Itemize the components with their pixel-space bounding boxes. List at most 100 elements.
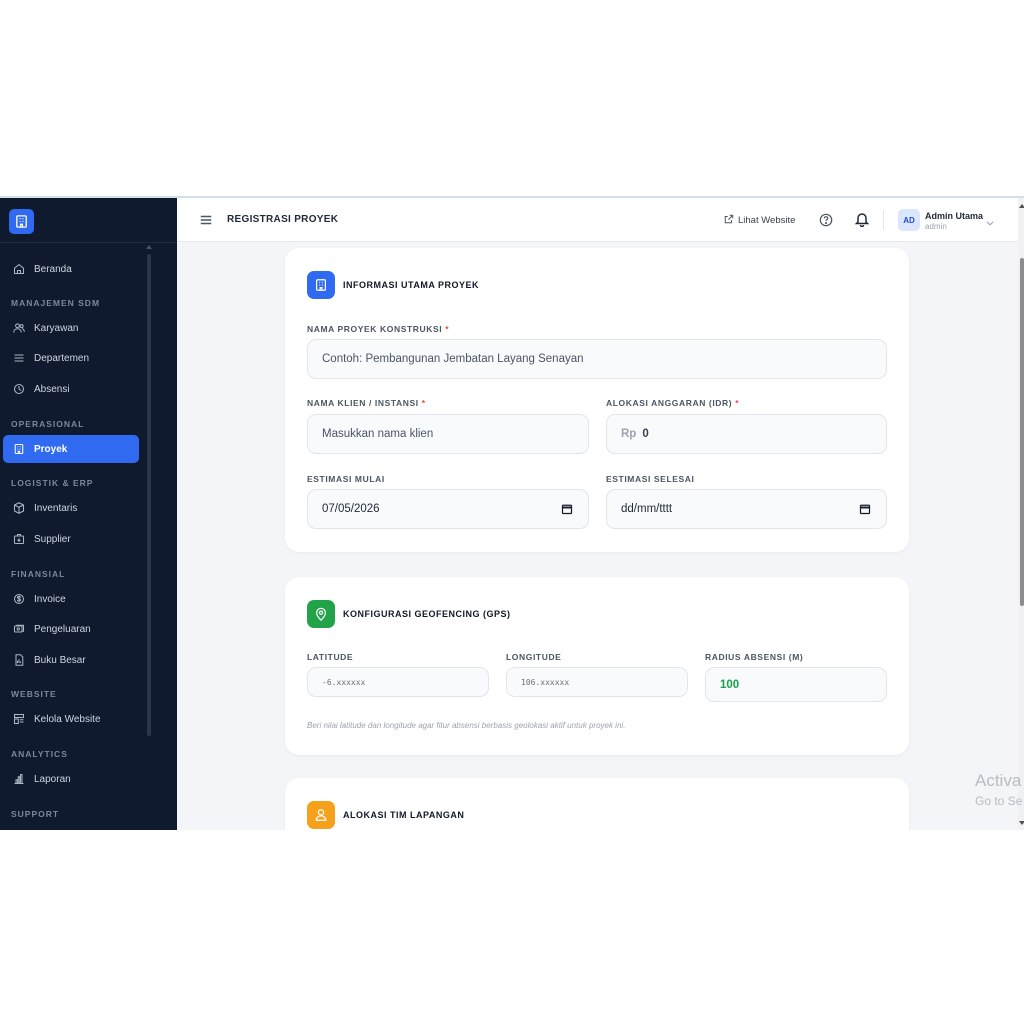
label-text: ALOKASI ANGGARAN (IDR) [606, 398, 733, 408]
sidebar-item-label: Beranda [34, 263, 72, 275]
book-icon [12, 654, 25, 667]
card-title: ALOKASI TIM LAPANGAN [343, 810, 465, 820]
sidebar-item-supplier[interactable]: Supplier [3, 525, 139, 553]
building-icon [307, 271, 335, 299]
latitude-input[interactable]: -6.xxxxxx [307, 667, 489, 697]
scrollbar-thumb[interactable] [1020, 258, 1024, 606]
latitude-placeholder: -6.xxxxxx [322, 677, 366, 687]
sidebar-item-label: Karyawan [34, 322, 79, 334]
team-icon [307, 801, 335, 829]
sidebar-item-label: Departemen [34, 352, 90, 364]
start-date-input[interactable]: 07/05/2026 [307, 489, 589, 529]
sidebar-item-inventaris[interactable]: Inventaris [3, 494, 139, 522]
sidebar-item-laporan[interactable]: Laporan [3, 765, 139, 793]
logo-icon[interactable] [9, 209, 34, 234]
card-title: KONFIGURASI GEOFENCING (GPS) [343, 609, 511, 619]
required-mark: * [421, 398, 426, 408]
view-website-label: Lihat Website [738, 214, 796, 226]
sidebar-item-label: Kelola Website [34, 713, 101, 725]
team-allocation-card: ALOKASI TIM LAPANGAN [285, 778, 909, 830]
required-mark: * [735, 398, 740, 408]
wallet-icon [12, 623, 25, 636]
sidebar-section-sdm: MANAJEMEN SDM [11, 298, 101, 308]
activation-watermark-title: Activa [975, 771, 1022, 790]
required-mark: * [445, 324, 450, 334]
label-text: NAMA KLIEN / INSTANSI [307, 398, 419, 408]
sidebar-section-logistik: LOGISTIK & ERP [11, 478, 94, 488]
view-website-link[interactable]: Lihat Website [724, 212, 795, 228]
sidebar-item-pengeluaran[interactable]: Pengeluaran [3, 615, 139, 643]
card-title: INFORMASI UTAMA PROYEK [343, 280, 479, 290]
sidebar: Beranda MANAJEMEN SDM Karyawan Departeme… [0, 198, 177, 830]
radius-input[interactable]: 100 [705, 667, 887, 702]
app-window: Beranda MANAJEMEN SDM Karyawan Departeme… [0, 196, 1024, 830]
page-title: REGISTRASI PROYEK [227, 214, 339, 225]
avatar[interactable]: AD [898, 209, 920, 231]
budget-input[interactable]: Rp 0 [606, 414, 887, 454]
main-content: INFORMASI UTAMA PROYEK NAMA PROYEK KONST… [177, 242, 1018, 830]
sidebar-item-proyek[interactable]: Proyek [3, 435, 139, 463]
sidebar-item-label: Proyek [34, 443, 68, 455]
sidebar-item-karyawan[interactable]: Karyawan [3, 314, 139, 342]
hamburger-icon [200, 215, 212, 225]
sidebar-item-beranda[interactable]: Beranda [3, 255, 139, 283]
user-menu-button[interactable] [985, 215, 995, 226]
sidebar-section-website: WEBSITE [11, 689, 57, 699]
radius-label: RADIUS ABSENSI (M) [705, 652, 804, 662]
sidebar-section-analytics: ANALYTICS [11, 749, 68, 759]
home-icon [12, 263, 25, 276]
client-input[interactable]: Masukkan nama klien [307, 414, 589, 454]
header-divider [883, 210, 884, 230]
longitude-placeholder: 106.xxxxxx [521, 677, 570, 687]
sidebar-scroll-up-icon[interactable] [146, 245, 152, 249]
sidebar-scrollbar[interactable] [147, 254, 151, 736]
users-icon [12, 322, 25, 335]
client-label: NAMA KLIEN / INSTANSI * [307, 398, 426, 408]
start-date-value: 07/05/2026 [322, 503, 380, 515]
clock-icon [12, 383, 25, 396]
sidebar-item-label: Laporan [34, 773, 71, 785]
sidebar-item-label: Inventaris [34, 502, 78, 514]
building-icon [12, 443, 25, 456]
sidebar-item-buku-besar[interactable]: Buku Besar [3, 646, 139, 674]
box-icon [12, 502, 25, 515]
layout-icon [12, 713, 25, 726]
end-date-input[interactable]: dd/mm/tttt [606, 489, 887, 529]
sidebar-item-invoice[interactable]: Invoice [3, 585, 139, 613]
currency-prefix: Rp [621, 428, 637, 440]
geofencing-note: Beri nilai latitude dan longitude agar f… [307, 721, 626, 730]
notifications-button[interactable] [854, 211, 870, 228]
project-name-placeholder: Contoh: Pembangunan Jembatan Layang Sena… [322, 353, 584, 365]
scroll-down-icon[interactable] [1019, 821, 1024, 825]
user-role: admin [925, 222, 947, 231]
budget-value: 0 [642, 428, 649, 440]
bell-icon [854, 213, 870, 228]
calendar-icon[interactable] [561, 503, 573, 515]
sidebar-section-operasional: OPERASIONAL [11, 419, 85, 429]
sidebar-item-departemen[interactable]: Departemen [3, 344, 139, 372]
help-button[interactable] [819, 213, 833, 227]
dollar-icon [12, 593, 25, 606]
sidebar-item-label: Pengeluaran [34, 623, 91, 635]
chevron-down-icon [986, 221, 994, 226]
end-date-label: ESTIMASI SELESAI [606, 474, 695, 484]
client-placeholder: Masukkan nama klien [322, 428, 434, 440]
sidebar-item-kelola-website[interactable]: Kelola Website [3, 705, 139, 733]
menu-toggle-button[interactable] [199, 213, 213, 227]
top-header: REGISTRASI PROYEK Lihat Website AD Admin… [177, 198, 1018, 242]
longitude-input[interactable]: 106.xxxxxx [506, 667, 688, 697]
sidebar-item-label: Invoice [34, 593, 66, 605]
user-name[interactable]: Admin Utama [925, 211, 983, 221]
radius-value: 100 [720, 678, 740, 691]
project-name-input[interactable]: Contoh: Pembangunan Jembatan Layang Sena… [307, 339, 887, 379]
scroll-up-icon[interactable] [1019, 204, 1024, 208]
sidebar-item-absensi[interactable]: Absensi [3, 375, 139, 403]
sidebar-item-label: Buku Besar [34, 654, 86, 666]
sidebar-section-support: SUPPORT [11, 809, 60, 819]
truck-icon [12, 533, 25, 546]
help-icon [819, 213, 833, 227]
budget-label: ALOKASI ANGGARAN (IDR) * [606, 398, 739, 408]
geofencing-card: KONFIGURASI GEOFENCING (GPS) LATITUDE -6… [285, 577, 909, 755]
calendar-icon[interactable] [859, 503, 871, 515]
sidebar-divider [0, 242, 177, 243]
